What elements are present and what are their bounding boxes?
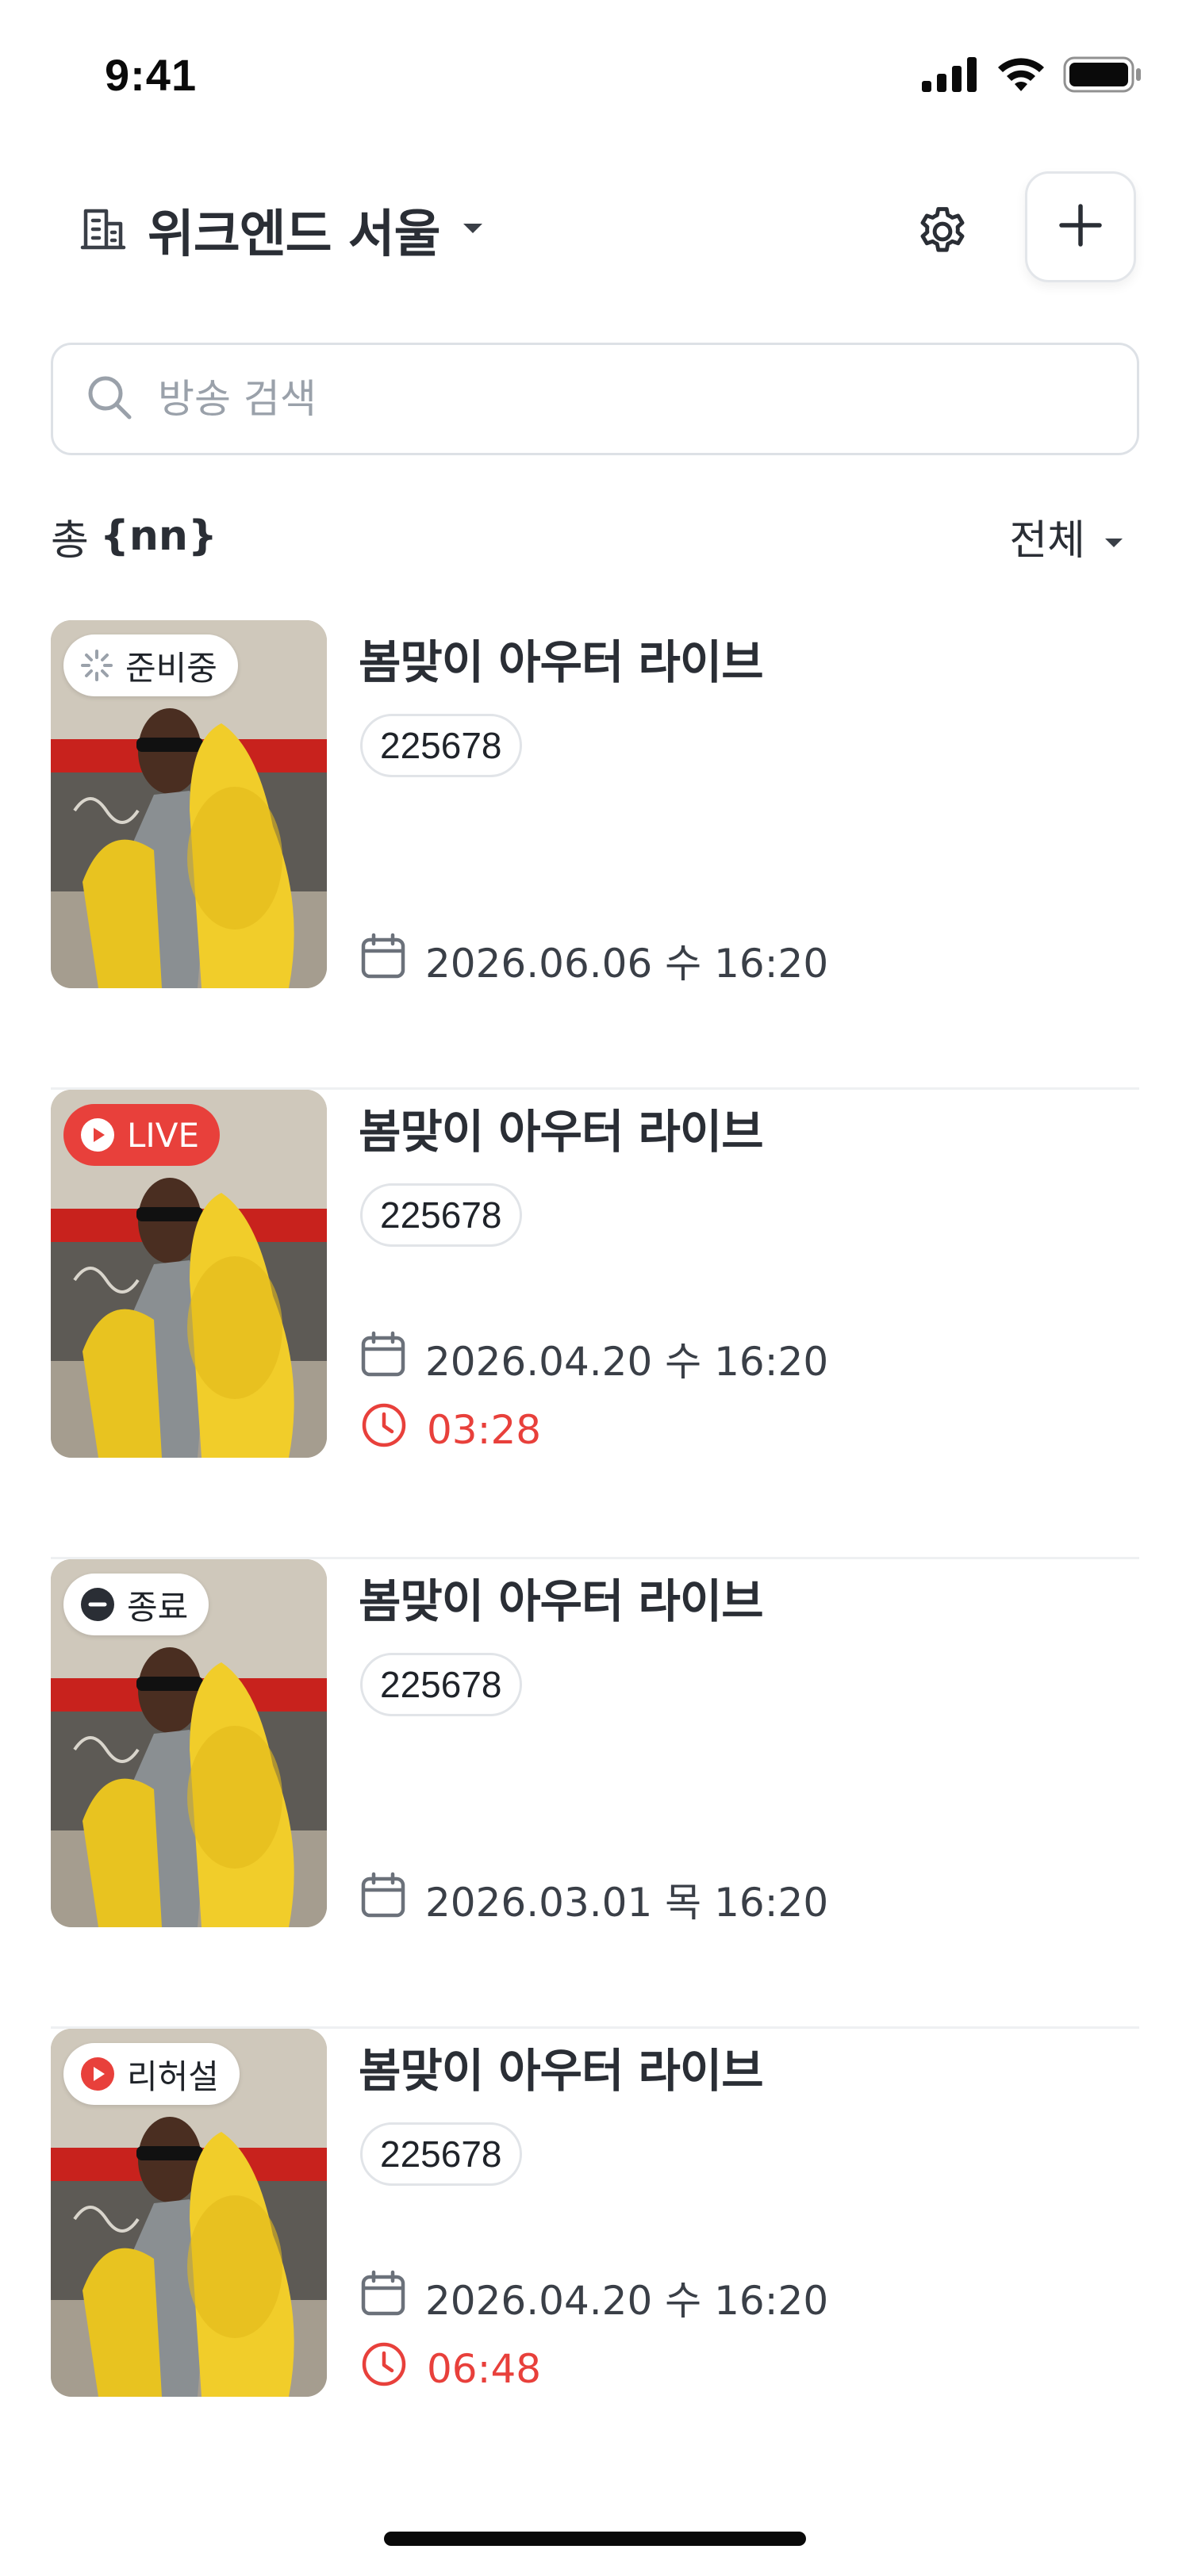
status-label: 종료 [127,1587,189,1627]
broadcast-item[interactable]: LIVE 봄맞이 아우터 라이브 225678 2026.04.20 수 16:… [51,1090,1139,1559]
broadcast-duration-text: 03:28 [427,1407,542,1453]
caret-down-icon [1103,512,1125,560]
broadcast-date-text: 2026.06.06 수 16:20 [425,941,829,987]
wifi-icon [996,56,1046,96]
search-input[interactable] [156,375,1029,423]
broadcast-code-chip: 225678 [360,2122,522,2186]
broadcast-code-chip: 225678 [360,1183,522,1247]
broadcast-duration: 06:48 [360,2341,541,2397]
broadcast-list: 준비중 봄맞이 아우터 라이브 225678 2026.06.06 수 16:2… [51,620,1139,2498]
status-bar: 9:41 [0,0,1190,151]
search-icon [85,373,134,425]
broadcast-title: 봄맞이 아우터 라이브 [359,635,764,689]
calendar-icon [360,1871,406,1928]
broadcast-info: 봄맞이 아우터 라이브 225678 2026.04.20 수 16:20 [359,1090,1139,1458]
caret-down-icon [461,220,485,240]
status-badge-rehearsal: 리허설 [63,2043,240,2105]
broadcast-item[interactable]: 준비중 봄맞이 아우터 라이브 225678 2026.06.06 수 16:2… [51,620,1139,1090]
status-icons [922,52,1142,100]
broadcast-title: 봄맞이 아우터 라이브 [359,1574,764,1628]
play-circle-icon [79,2056,116,2092]
broadcast-thumbnail: 리허설 [51,2029,327,2397]
status-label: 리허설 [127,2057,219,2096]
gear-icon [913,202,972,264]
broadcast-title: 봄맞이 아우터 라이브 [359,2044,764,2098]
calendar-icon [360,1330,406,1387]
filter-label: 전체 [1009,516,1085,565]
broadcast-date: 2026.06.06 수 16:20 [360,933,828,988]
status-time: 9:41 [105,50,198,100]
building-icon [79,205,127,255]
broadcast-duration: 03:28 [360,1402,541,1458]
status-label: 준비중 [125,648,217,688]
clock-icon [360,2340,408,2398]
home-indicator [384,2532,806,2546]
broadcast-item[interactable]: 리허설 봄맞이 아우터 라이브 225678 2026.04.20 수 16:2… [51,2029,1139,2498]
calendar-icon [360,2269,406,2326]
clock-icon [360,1401,408,1459]
play-circle-icon [79,1117,116,1153]
broadcast-code-chip: 225678 [360,1653,522,1716]
plus-icon [1057,201,1104,252]
broadcast-date: 2026.04.20 수 16:20 [360,1331,828,1386]
store-name: 위크엔드 서울 [148,205,441,264]
broadcast-title: 봄맞이 아우터 라이브 [359,1105,764,1159]
status-badge-live: LIVE [63,1104,221,1166]
loading-spinner-icon [79,648,114,683]
calendar-icon [360,932,406,989]
status-filter-dropdown[interactable]: 전체 [1009,504,1125,568]
broadcast-info: 봄맞이 아우터 라이브 225678 2026.04.20 수 16:20 [359,2029,1139,2397]
settings-button[interactable] [904,195,981,271]
broadcast-date-text: 2026.04.20 수 16:20 [425,1339,829,1385]
broadcast-thumbnail: 종료 [51,1559,327,1927]
broadcast-date: 2026.04.20 수 16:20 [360,2270,828,2325]
broadcast-code-chip: 225678 [360,714,522,777]
search-box[interactable] [51,343,1139,455]
broadcast-thumbnail: LIVE [51,1090,327,1458]
count-value: {nn} [99,512,217,560]
broadcast-duration-text: 06:48 [427,2346,542,2392]
count-prefix: 총 [51,516,89,565]
status-badge-ended: 종료 [63,1574,209,1635]
app-header: 위크엔드 서울 [0,159,1190,301]
broadcast-item[interactable]: 종료 봄맞이 아우터 라이브 225678 2026.03.01 목 16:20 [51,1559,1139,2029]
broadcast-info: 봄맞이 아우터 라이브 225678 2026.06.06 수 16:20 [359,620,1139,988]
cellular-signal-icon [922,57,979,95]
battery-icon [1063,56,1142,96]
broadcast-info: 봄맞이 아우터 라이브 225678 2026.03.01 목 16:20 [359,1559,1139,1927]
total-count: 총 {nn} [51,504,217,568]
broadcast-date-text: 2026.04.20 수 16:20 [425,2278,829,2324]
store-selector[interactable]: 위크엔드 서울 [79,182,485,278]
minus-circle-icon [79,1586,116,1623]
status-badge-preparing: 준비중 [63,634,238,696]
add-broadcast-button[interactable] [1025,171,1136,282]
status-label: LIVE [127,1115,200,1155]
broadcast-date-text: 2026.03.01 목 16:20 [425,1880,829,1926]
broadcast-date: 2026.03.01 목 16:20 [360,1872,828,1927]
broadcast-thumbnail: 준비중 [51,620,327,988]
